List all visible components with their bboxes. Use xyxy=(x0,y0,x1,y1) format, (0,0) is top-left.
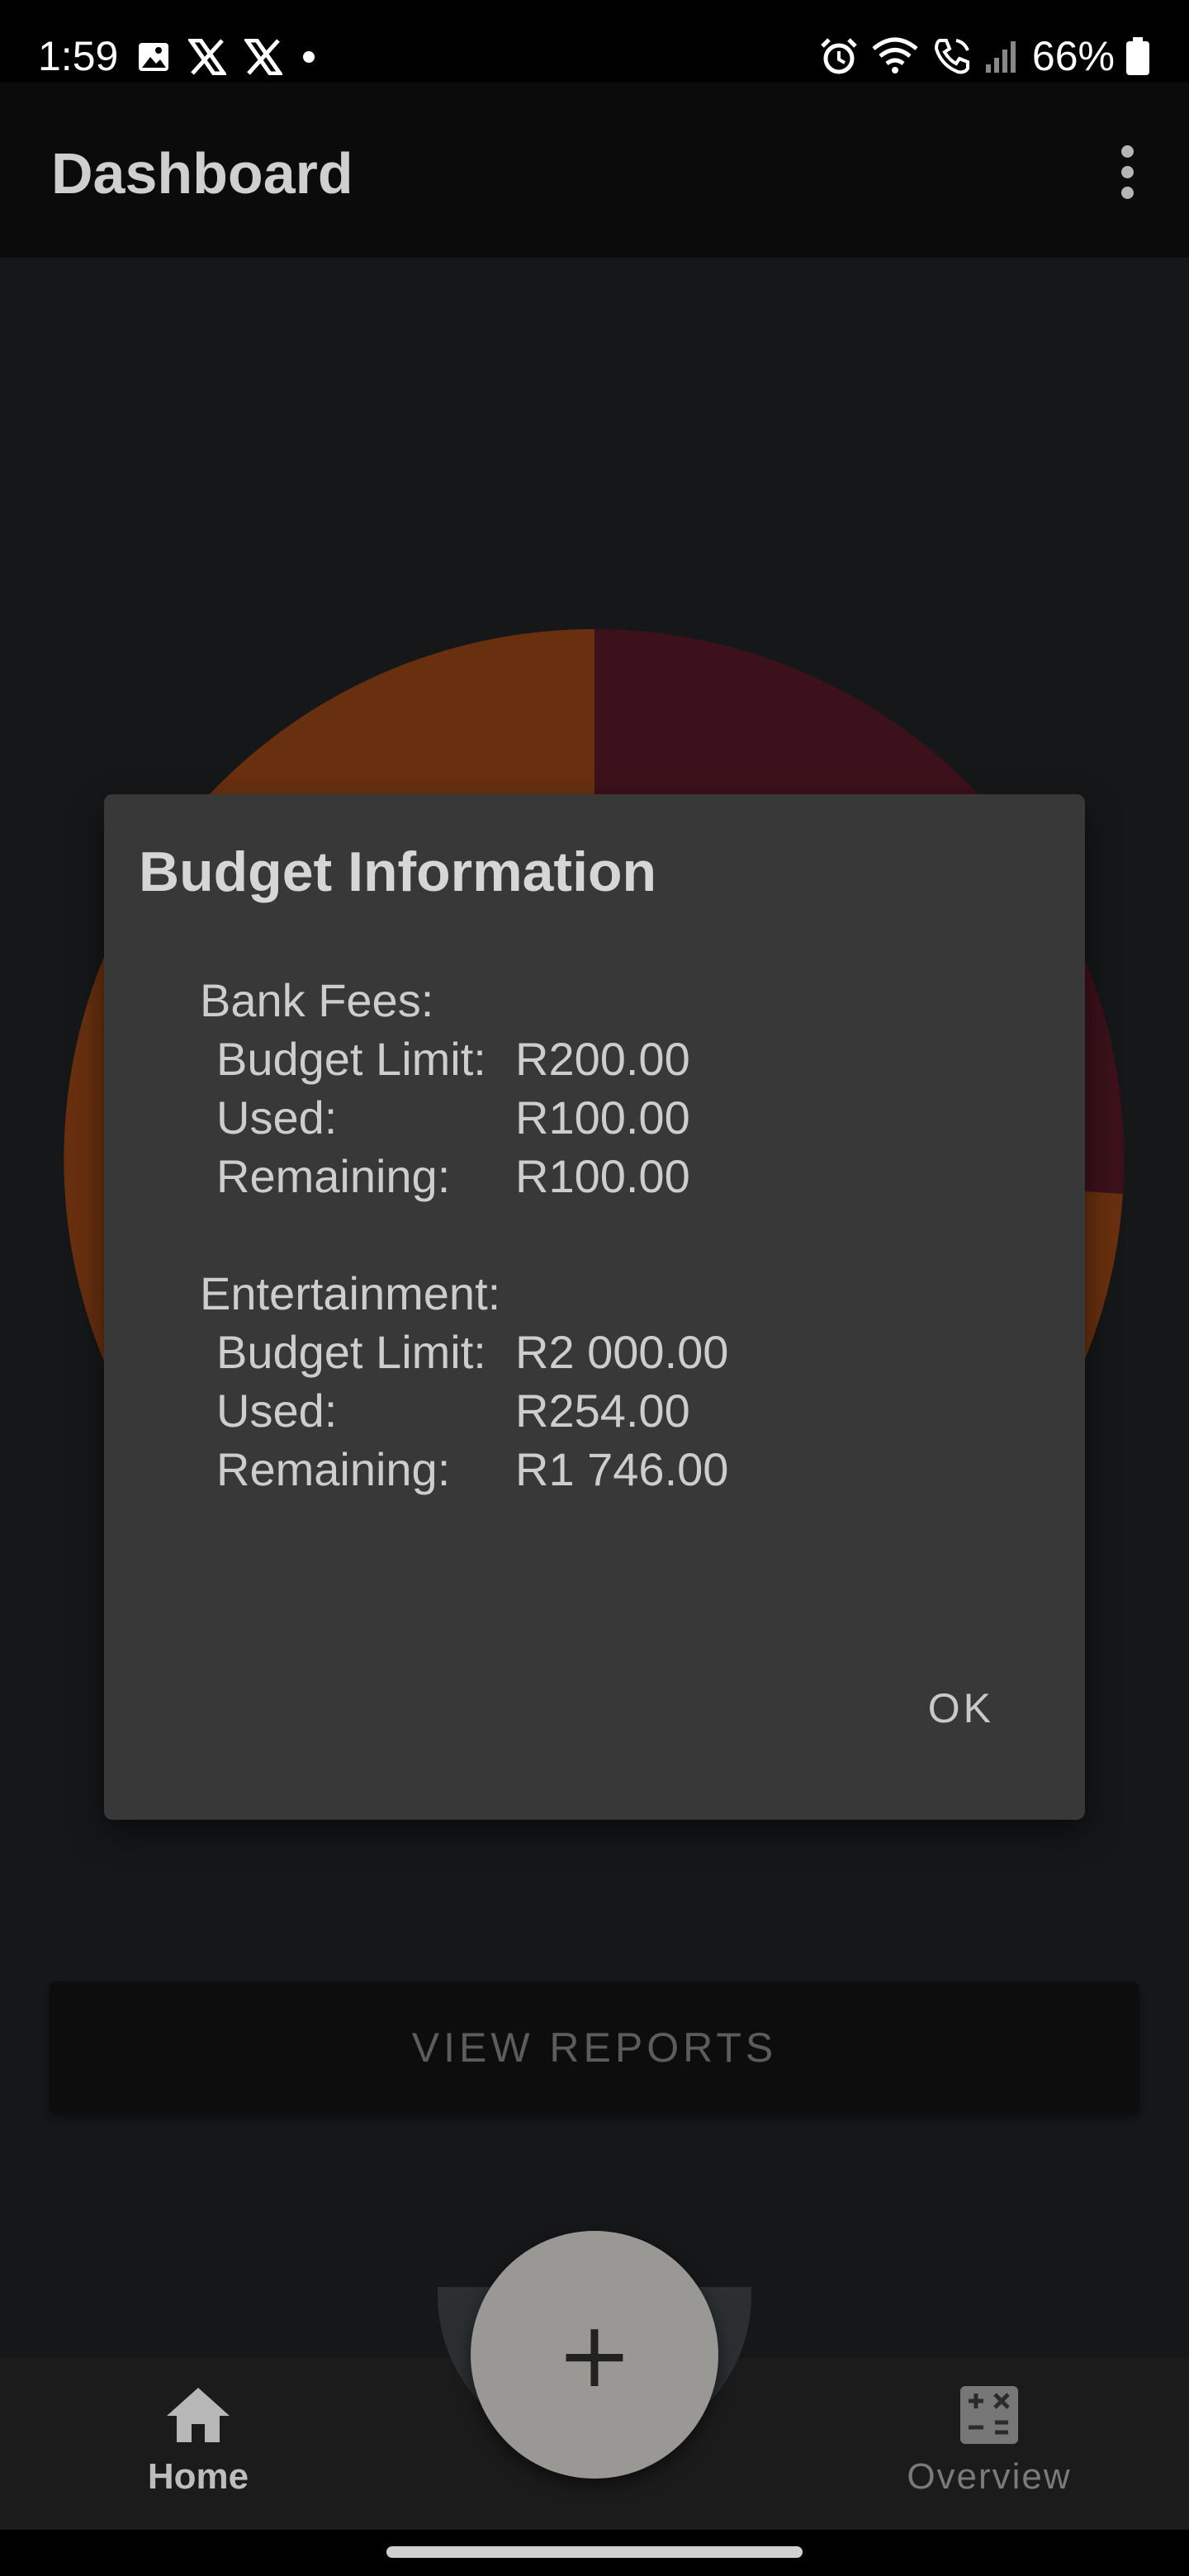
nav-item-home[interactable]: Home xyxy=(74,2386,322,2500)
info-label: Used: xyxy=(216,1385,338,1437)
info-row: Remaining: R100.00 xyxy=(200,1147,992,1205)
screen: 1:59 66% Dashboard Home Overview + Budge… xyxy=(0,0,1189,2576)
status-time: 1:59 xyxy=(38,33,119,79)
battery-percentage: 66% xyxy=(1031,33,1115,79)
call-icon xyxy=(934,39,969,74)
info-row: Used: R100.00 xyxy=(200,1088,992,1147)
x-logo-icon xyxy=(188,39,226,75)
info-label: Budget Limit: xyxy=(216,1033,486,1085)
info-row: Budget Limit: R2 000.00 xyxy=(200,1323,992,1381)
status-bar: 1:59 66% xyxy=(0,0,1189,83)
home-indicator[interactable] xyxy=(386,2546,803,2558)
info-row: Used: R254.00 xyxy=(200,1381,992,1440)
nav-item-overview[interactable]: Overview xyxy=(865,2386,1113,2500)
dialog-title: Budget Information xyxy=(139,841,657,903)
image-icon xyxy=(139,43,168,71)
section-heading-bank-fees: Bank Fees: xyxy=(200,974,434,1026)
info-label: Remaining: xyxy=(216,1443,451,1495)
dialog-body: Bank Fees: Budget Limit: R200.00 Used: R… xyxy=(200,971,992,1499)
ok-button[interactable]: OK xyxy=(920,1678,1002,1739)
home-icon xyxy=(167,2388,230,2442)
alarm-icon xyxy=(821,38,857,74)
info-label: Budget Limit: xyxy=(216,1326,486,1378)
info-label: Remaining: xyxy=(216,1150,451,1202)
info-label: Used: xyxy=(216,1091,338,1144)
info-value: R200.00 xyxy=(515,1033,690,1085)
nav-label-overview: Overview xyxy=(907,2456,1072,2497)
dot-icon xyxy=(303,51,315,63)
info-value: R2 000.00 xyxy=(515,1326,729,1378)
page-title: Dashboard xyxy=(51,141,353,206)
info-value: R100.00 xyxy=(515,1150,690,1202)
battery-icon xyxy=(1126,37,1149,75)
x-logo-icon xyxy=(244,39,282,75)
overflow-menu-icon[interactable] xyxy=(1111,145,1144,200)
section-heading-entertainment: Entertainment: xyxy=(200,1267,501,1319)
info-value: R100.00 xyxy=(515,1091,690,1144)
info-value: R1 746.00 xyxy=(515,1443,729,1495)
add-transaction-button[interactable]: + xyxy=(471,2231,718,2479)
wifi-calling-icon xyxy=(872,37,918,73)
nav-label-home: Home xyxy=(147,2456,249,2497)
app-bar: Dashboard xyxy=(0,83,1189,258)
notification-icons xyxy=(137,36,317,78)
signal-icon xyxy=(985,41,1016,73)
system-icons: 66% xyxy=(819,31,1149,81)
info-row: Budget Limit: R200.00 xyxy=(200,1030,992,1088)
budget-information-dialog: Budget Information Bank Fees: Budget Lim… xyxy=(104,794,1085,1820)
info-value: R254.00 xyxy=(515,1385,690,1437)
calculator-icon xyxy=(960,2386,1018,2444)
info-row: Remaining: R1 746.00 xyxy=(200,1440,992,1499)
